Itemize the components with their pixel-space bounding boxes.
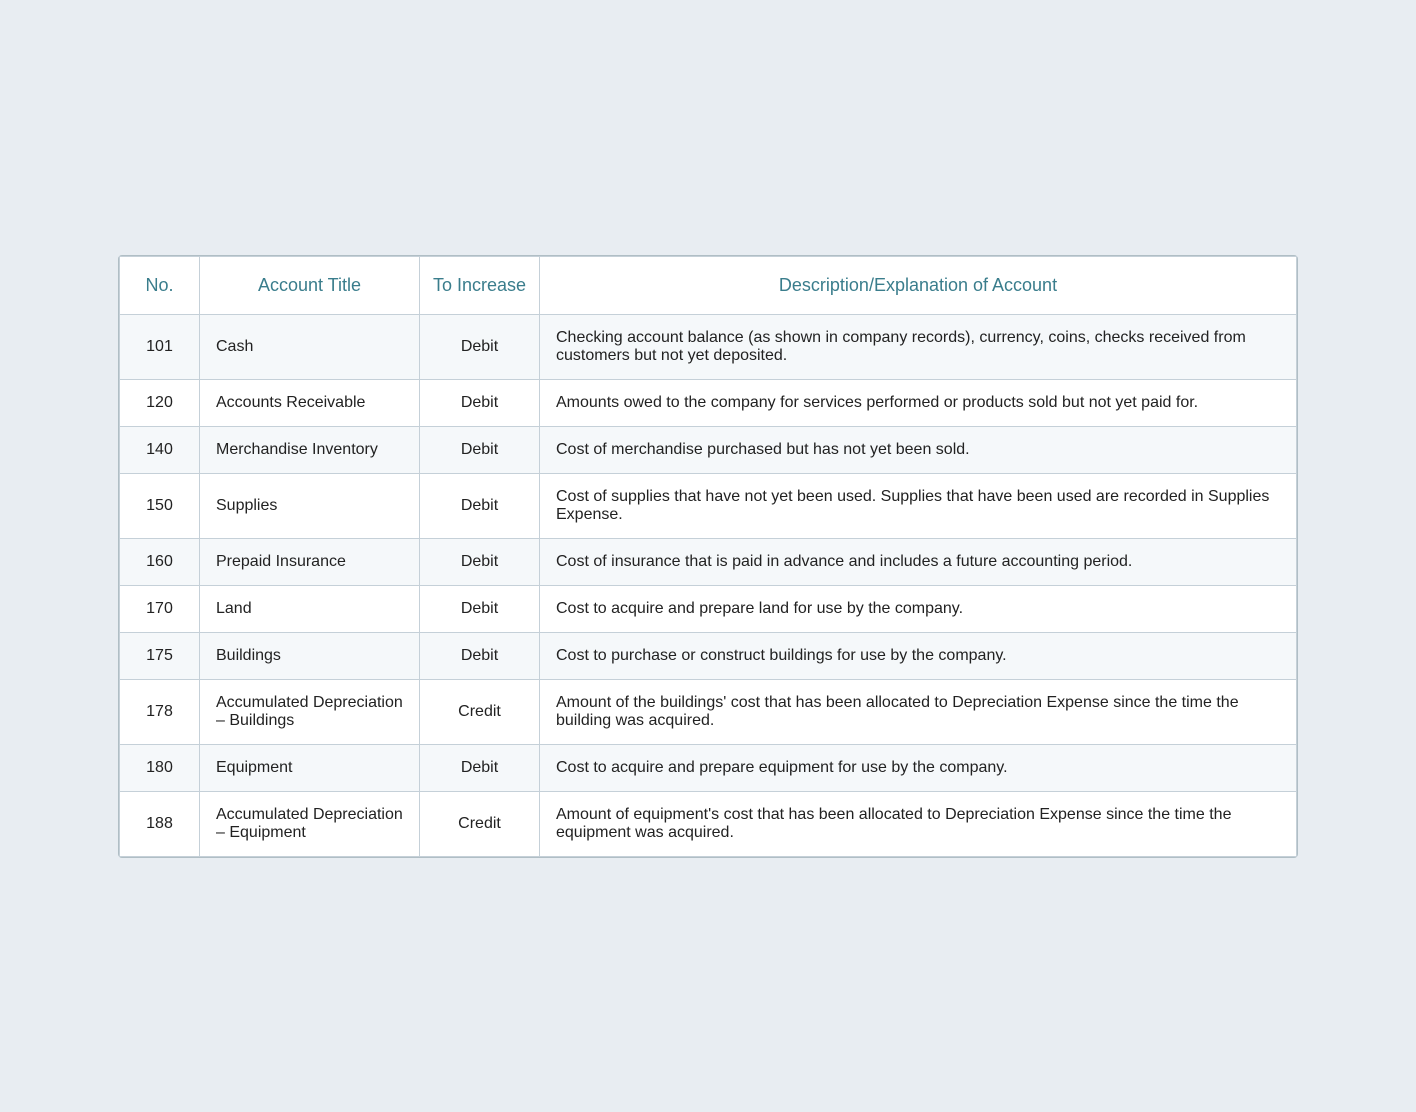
table-row: 150SuppliesDebitCost of supplies that ha… — [120, 473, 1297, 538]
row-account-title: Prepaid Insurance — [200, 538, 420, 585]
row-to-increase: Credit — [420, 679, 540, 744]
row-no: 178 — [120, 679, 200, 744]
row-to-increase: Debit — [420, 314, 540, 379]
row-account-title: Accumulated Depreciation – Buildings — [200, 679, 420, 744]
row-account-title: Equipment — [200, 744, 420, 791]
row-to-increase: Debit — [420, 538, 540, 585]
row-no: 120 — [120, 379, 200, 426]
row-description: Cost of insurance that is paid in advanc… — [540, 538, 1297, 585]
row-to-increase: Debit — [420, 426, 540, 473]
table-row: 178Accumulated Depreciation – BuildingsC… — [120, 679, 1297, 744]
table-row: 160Prepaid InsuranceDebitCost of insuran… — [120, 538, 1297, 585]
row-description: Amount of equipment's cost that has been… — [540, 791, 1297, 856]
table-row: 175BuildingsDebitCost to purchase or con… — [120, 632, 1297, 679]
row-no: 170 — [120, 585, 200, 632]
row-description: Cost of merchandise purchased but has no… — [540, 426, 1297, 473]
table-row: 188Accumulated Depreciation – EquipmentC… — [120, 791, 1297, 856]
row-account-title: Supplies — [200, 473, 420, 538]
table-row: 170LandDebitCost to acquire and prepare … — [120, 585, 1297, 632]
table-row: 101CashDebitChecking account balance (as… — [120, 314, 1297, 379]
row-no: 101 — [120, 314, 200, 379]
row-to-increase: Debit — [420, 744, 540, 791]
table-row: 120Accounts ReceivableDebitAmounts owed … — [120, 379, 1297, 426]
row-no: 180 — [120, 744, 200, 791]
row-description: Cost to purchase or construct buildings … — [540, 632, 1297, 679]
row-description: Cost to acquire and prepare land for use… — [540, 585, 1297, 632]
row-to-increase: Debit — [420, 473, 540, 538]
accounting-table: No. Account Title To Increase Descriptio… — [118, 255, 1298, 858]
row-account-title: Accounts Receivable — [200, 379, 420, 426]
row-no: 175 — [120, 632, 200, 679]
header-account-title: Account Title — [200, 256, 420, 314]
row-no: 188 — [120, 791, 200, 856]
row-account-title: Land — [200, 585, 420, 632]
row-description: Amount of the buildings' cost that has b… — [540, 679, 1297, 744]
table-row: 140Merchandise InventoryDebitCost of mer… — [120, 426, 1297, 473]
row-account-title: Cash — [200, 314, 420, 379]
row-account-title: Buildings — [200, 632, 420, 679]
row-description: Cost of supplies that have not yet been … — [540, 473, 1297, 538]
row-account-title: Merchandise Inventory — [200, 426, 420, 473]
row-to-increase: Debit — [420, 585, 540, 632]
row-no: 140 — [120, 426, 200, 473]
header-no: No. — [120, 256, 200, 314]
header-to-increase: To Increase — [420, 256, 540, 314]
header-description: Description/Explanation of Account — [540, 256, 1297, 314]
row-account-title: Accumulated Depreciation – Equipment — [200, 791, 420, 856]
row-no: 160 — [120, 538, 200, 585]
table-row: 180EquipmentDebitCost to acquire and pre… — [120, 744, 1297, 791]
row-description: Cost to acquire and prepare equipment fo… — [540, 744, 1297, 791]
row-description: Amounts owed to the company for services… — [540, 379, 1297, 426]
row-to-increase: Debit — [420, 379, 540, 426]
row-to-increase: Debit — [420, 632, 540, 679]
row-to-increase: Credit — [420, 791, 540, 856]
row-description: Checking account balance (as shown in co… — [540, 314, 1297, 379]
row-no: 150 — [120, 473, 200, 538]
